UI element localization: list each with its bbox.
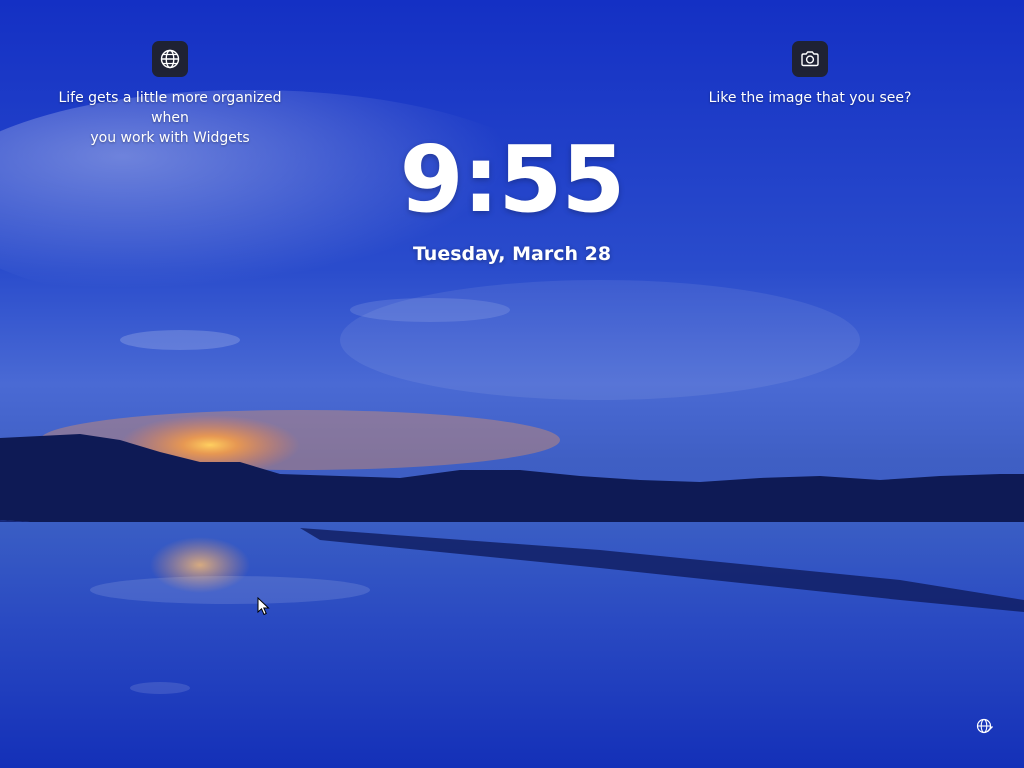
lock-screen-date: Tuesday, March 28 bbox=[412, 243, 612, 265]
widgets-tip[interactable]: Life gets a little more organized when y… bbox=[40, 41, 300, 148]
mouse-cursor-icon bbox=[257, 597, 270, 616]
spotlight-tip[interactable]: Like the image that you see? bbox=[700, 41, 920, 108]
spotlight-tip-text: Like the image that you see? bbox=[708, 90, 912, 106]
camera-icon bbox=[801, 51, 819, 67]
spotlight-tip-button[interactable] bbox=[792, 41, 828, 77]
globe-icon bbox=[160, 49, 180, 69]
widgets-tip-button[interactable] bbox=[152, 41, 188, 77]
lock-screen[interactable]: Life gets a little more organized when y… bbox=[0, 0, 1024, 768]
widgets-tip-text: Life gets a little more organized when y… bbox=[58, 90, 282, 146]
network-globe-icon[interactable] bbox=[975, 716, 995, 736]
lock-screen-time: 9:55 bbox=[399, 126, 626, 233]
